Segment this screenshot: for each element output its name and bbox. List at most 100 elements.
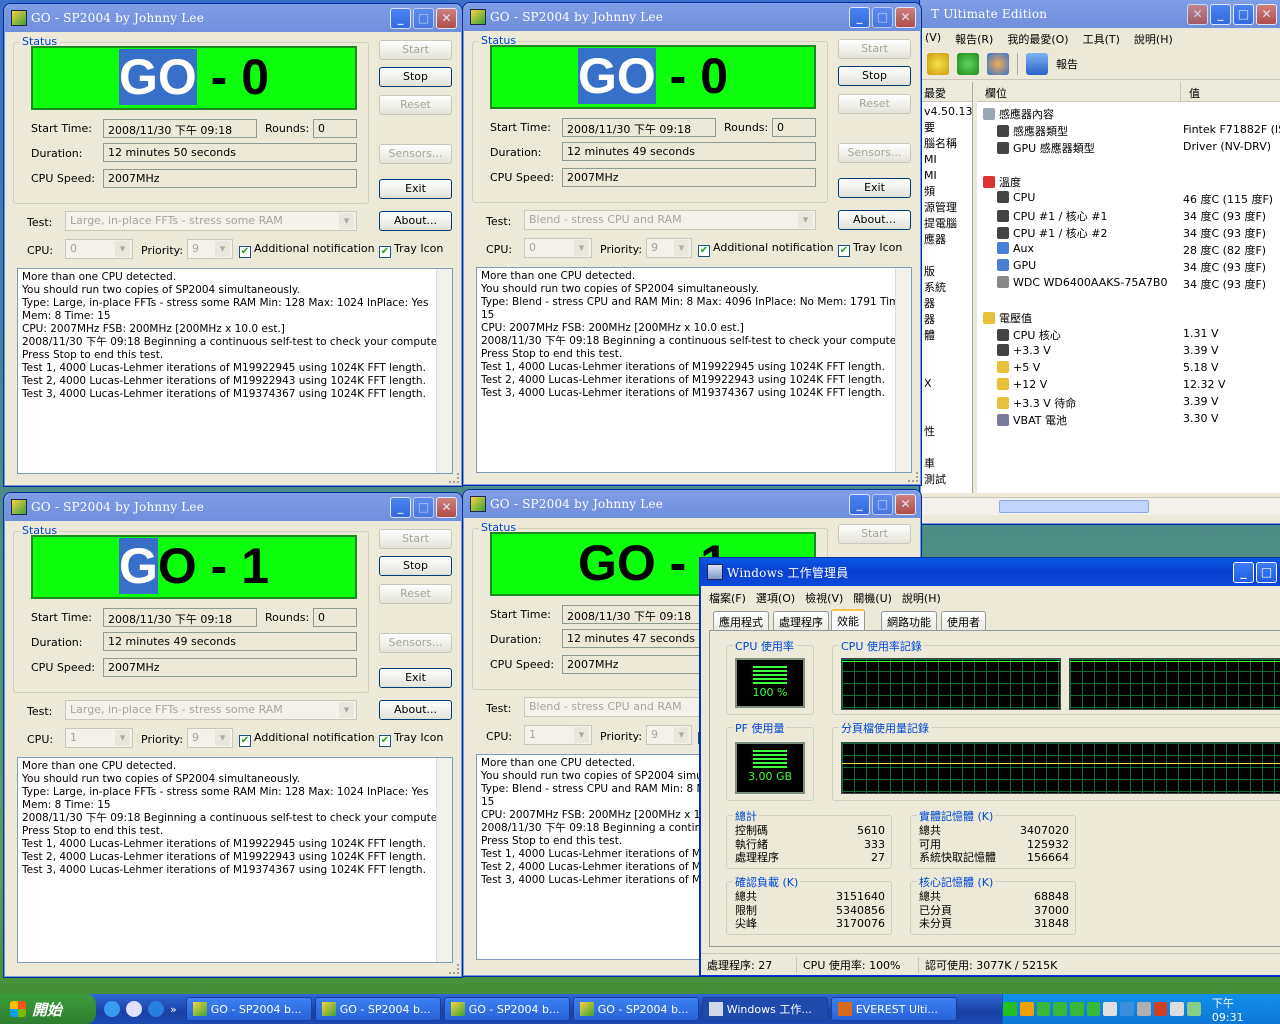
close-icon[interactable]: ✕ (895, 493, 916, 515)
cpu-select[interactable]: 1 (65, 728, 133, 748)
sensor-field[interactable]: VBAT 電池 (997, 412, 1067, 428)
tree-item[interactable] (924, 392, 972, 408)
tree-item[interactable] (924, 360, 972, 376)
sensor-field[interactable]: +12 V (997, 378, 1047, 391)
minimize-icon[interactable]: _ (849, 493, 870, 515)
taskbar-button[interactable]: GO - SP2004 b... (314, 997, 441, 1021)
tray-icon-checkbox[interactable]: ✔ Tray Icon (838, 241, 902, 257)
vertical-scrollbar[interactable] (436, 758, 452, 962)
minimize-icon[interactable]: _ (1210, 3, 1231, 25)
priority-select[interactable]: 9 (187, 239, 233, 259)
tab-processes[interactable]: 處理程序 (773, 611, 829, 630)
users-icon[interactable] (987, 52, 1009, 75)
sensor-field[interactable]: 感應器內容 (983, 106, 1054, 122)
close-icon[interactable]: ✕ (436, 496, 457, 518)
tray-icon[interactable] (1003, 1002, 1017, 1016)
sensor-field[interactable]: GPU 感應器類型 (997, 140, 1095, 156)
sensor-field[interactable]: +3.3 V (997, 344, 1051, 357)
sensor-field[interactable]: 溫度 (983, 174, 1021, 190)
log-output[interactable]: More than one CPU detected. You should r… (17, 757, 453, 963)
minimize-icon[interactable]: _ (849, 6, 870, 28)
resize-grip[interactable] (449, 964, 459, 974)
tree-item[interactable]: 器 (924, 312, 972, 328)
additional-notification-checkbox[interactable]: ✔ Additional notification (239, 242, 375, 258)
taskbar-button[interactable]: Windows 工作... (701, 997, 828, 1021)
menu-item-tools[interactable]: 工具(T) (1083, 31, 1120, 48)
tree-item[interactable]: 體 (924, 328, 972, 344)
sensors-button[interactable]: Sensors... (838, 143, 911, 163)
reset-button[interactable]: Reset (838, 94, 911, 114)
tray-icon[interactable] (1187, 1002, 1201, 1016)
tab-performance[interactable]: 效能 (831, 609, 865, 631)
tree-item[interactable]: MI (924, 152, 972, 168)
tree-item[interactable]: 系統 (924, 280, 972, 296)
cpu-select[interactable]: 0 (65, 239, 133, 259)
refresh-icon[interactable] (957, 52, 979, 75)
close-icon[interactable]: ✕ (436, 7, 457, 29)
sp2004-titlebar[interactable]: GO - SP2004 by Johnny Lee _ □ ✕ (464, 3, 920, 31)
maximize-icon[interactable]: □ (1233, 3, 1254, 25)
volume-icon[interactable] (1170, 1002, 1185, 1016)
tree-item[interactable]: 版 (924, 264, 972, 280)
log-output[interactable]: More than one CPU detected. You should r… (17, 268, 453, 474)
tray-icon[interactable] (1120, 1002, 1134, 1016)
tree-item[interactable]: 應器 (924, 232, 972, 248)
sensor-field[interactable]: 電壓值 (983, 310, 1032, 326)
ie-icon[interactable] (104, 1001, 120, 1017)
stop-button[interactable]: Stop (379, 556, 452, 576)
minimize-icon[interactable]: _ (390, 496, 411, 518)
chevron-right-icon[interactable]: » (170, 1003, 177, 1016)
exit-button[interactable]: Exit (838, 178, 911, 198)
tab-networking[interactable]: 網路功能 (881, 611, 937, 630)
start-button[interactable]: Start (838, 524, 911, 544)
tree-item[interactable]: 要 (924, 120, 972, 136)
maximize-icon[interactable]: □ (872, 6, 893, 28)
additional-notification-checkbox[interactable]: ✔ Additional notification (698, 241, 834, 257)
task-manager-titlebar[interactable]: Windows 工作管理員 _ □ (701, 558, 1280, 586)
priority-select[interactable]: 9 (646, 238, 692, 258)
tree-item[interactable]: 提電腦 (924, 216, 972, 232)
tray-icon[interactable] (1136, 1002, 1151, 1016)
start-button[interactable]: Start (379, 40, 452, 60)
tree-item[interactable] (924, 248, 972, 264)
stop-button[interactable]: Stop (379, 67, 452, 87)
cpu-select[interactable]: 0 (524, 238, 592, 258)
tray-icon[interactable] (1019, 1002, 1034, 1016)
tree-item[interactable]: MI (924, 168, 972, 184)
start-button[interactable]: Start (379, 529, 452, 549)
sensor-field[interactable]: CPU 核心 (997, 327, 1061, 343)
about-button[interactable]: About... (379, 211, 452, 231)
sensor-field[interactable]: +3.3 V 待命 (997, 395, 1076, 411)
tree-item[interactable] (924, 440, 972, 456)
resize-grip[interactable] (449, 473, 459, 483)
sp2004-titlebar[interactable]: GO - SP2004 by Johnny Lee _ □ ✕ (5, 493, 461, 521)
priority-select[interactable]: 9 (187, 728, 233, 748)
about-button[interactable]: About... (838, 210, 911, 230)
tree-item[interactable]: X (924, 376, 972, 392)
resize-grip[interactable] (908, 472, 918, 482)
menu-item-help[interactable]: 說明(H) (902, 590, 941, 605)
menu-item-options[interactable]: 選項(O) (756, 590, 795, 605)
start-button[interactable]: 開始 (0, 994, 96, 1024)
maximize-icon[interactable]: □ (1256, 561, 1277, 583)
test-select[interactable]: Large, in-place FFTs - stress some RAM (65, 700, 357, 720)
tree-item[interactable]: 器 (924, 296, 972, 312)
tab-users[interactable]: 使用者 (941, 611, 986, 630)
minimize-icon[interactable]: _ (1233, 561, 1254, 583)
start-button[interactable]: Start (838, 39, 911, 59)
menu-item-help[interactable]: 說明(H) (1134, 31, 1173, 48)
taskbar-button[interactable]: GO - SP2004 b... (572, 997, 699, 1021)
vertical-scrollbar[interactable] (436, 269, 452, 473)
close-icon[interactable]: ✕ (895, 6, 916, 28)
menu-item-file[interactable]: 檔案(F) (709, 590, 746, 605)
sensor-field[interactable]: GPU (997, 259, 1036, 272)
sp2004-titlebar[interactable]: GO - SP2004 by Johnny Lee _ □ ✕ (464, 490, 920, 518)
reset-button[interactable]: Reset (379, 584, 452, 604)
taskbar-button[interactable]: GO - SP2004 b... (185, 997, 312, 1021)
test-select[interactable]: Large, in-place FFTs - stress some RAM (65, 211, 357, 231)
maximize-icon[interactable]: □ (872, 493, 893, 515)
tree-item[interactable] (924, 408, 972, 424)
clock[interactable]: 下午 09:31 (1212, 995, 1268, 1024)
sensor-field[interactable]: WDC WD6400AAKS-75A7B0 (997, 276, 1167, 289)
sensor-field[interactable]: CPU #1 / 核心 #2 (997, 225, 1108, 241)
